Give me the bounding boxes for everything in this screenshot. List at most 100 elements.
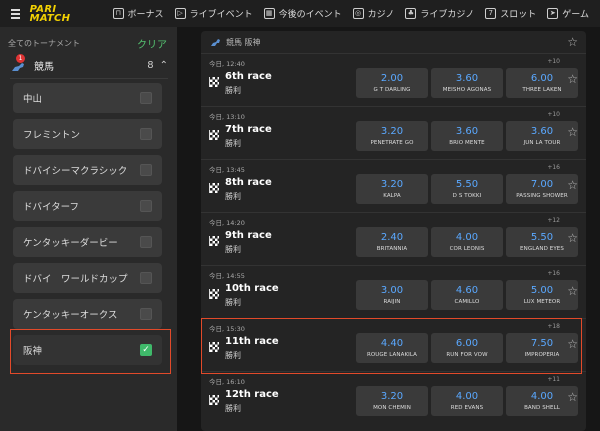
race-row: 今日, 14:55 +16 10th race 勝利 3.00 RAIJIN 4.60 CAM… (201, 265, 586, 317)
nav-item-label: スロット (500, 10, 537, 20)
track-checkbox[interactable] (140, 92, 152, 104)
horse-name: LUX METEOR (523, 299, 561, 305)
checkered-flag-icon (209, 77, 219, 87)
odds-button[interactable]: 2.00 G T DARLING (356, 68, 428, 98)
horse-name: RED EVANS (450, 405, 484, 411)
track-label: ドバイ ワールドカップ (23, 274, 128, 285)
race-time: 今日, 12:40 (209, 60, 245, 68)
horse-name: MEISHO AGONAS (442, 87, 492, 93)
more-markets-link[interactable]: +12 (547, 217, 560, 224)
odds-button[interactable]: 4.00 COR LEONIS (431, 227, 503, 257)
track-item[interactable]: ケンタッキーオークス (13, 299, 162, 329)
checkered-flag-icon (209, 289, 219, 299)
horse-name: THREE LAKEN (522, 87, 562, 93)
odds-value: 3.00 (380, 285, 404, 296)
logo[interactable]: PARI MATCH (29, 4, 83, 24)
highlight-frame-track (10, 329, 171, 374)
nav-item-5[interactable]: 7 スロット (485, 7, 536, 20)
checkered-flag-icon (209, 183, 219, 193)
horse-name: RAIJIN (383, 299, 401, 305)
odds-button[interactable]: 3.20 PENETRATE GO (356, 121, 428, 151)
nav-item-3[interactable]: ◎ カジノ (352, 7, 395, 20)
favorite-star-icon[interactable]: ☆ (567, 72, 578, 86)
sport-name: 競馬 (34, 62, 54, 73)
track-checkbox[interactable] (140, 128, 152, 140)
track-checkbox[interactable] (140, 164, 152, 176)
favorite-star-icon[interactable]: ☆ (567, 284, 578, 298)
horse-name: PENETRATE GO (370, 140, 414, 146)
live-casino-icon: ♣ (405, 8, 417, 19)
odds-button[interactable]: 3.20 KALPA (356, 174, 428, 204)
more-markets-link[interactable]: +11 (547, 376, 560, 383)
race-time: 今日, 13:45 (209, 166, 245, 174)
favorite-star-icon[interactable]: ☆ (567, 231, 578, 245)
odds-button[interactable]: 4.00 RED EVANS (431, 386, 503, 416)
track-checkbox[interactable] (140, 272, 152, 284)
horse-name: G T DARLING (373, 87, 411, 93)
market-label: 勝利 (225, 192, 241, 201)
nav-item-1[interactable]: ▷ ライブイベント (174, 7, 253, 20)
horse-racing-icon (211, 39, 220, 46)
nav-item-0[interactable]: ⊓ ボーナス (112, 7, 164, 20)
sidebar-title: 全てのトーナメント (8, 38, 80, 48)
more-markets-link[interactable]: +16 (547, 164, 560, 171)
casino-chip-icon: ◎ (352, 8, 364, 19)
track-item[interactable]: ドバイ ワールドカップ (13, 263, 162, 293)
odds-value: 3.20 (380, 391, 404, 402)
market-label: 勝利 (225, 404, 241, 413)
slot-icon: 7 (485, 8, 497, 19)
horse-name: KALPA (383, 193, 401, 199)
horse-racing-icon: 1 (10, 53, 28, 74)
favorite-star-icon[interactable]: ☆ (567, 178, 578, 192)
checkered-flag-icon (209, 130, 219, 140)
clear-button[interactable]: クリア (137, 36, 167, 51)
track-checkbox[interactable] (140, 308, 152, 320)
more-markets-link[interactable]: +10 (547, 58, 560, 65)
nav-item-label: カジノ (367, 10, 395, 20)
live-icon: ▷ (174, 8, 186, 19)
sport-row-horse-racing[interactable]: 1 競馬 8 ⌃ (10, 53, 168, 79)
race-name: 8th race (225, 177, 272, 188)
top-nav-bar: PARI MATCH ⊓ ボーナス ▷ ライブイベント ▦ 今後のイベント ◎ カジノ ♣ ライブ… (0, 0, 600, 27)
nav-item-label: ボーナス (127, 10, 164, 20)
odds-button[interactable]: 3.60 MEISHO AGONAS (431, 68, 503, 98)
favorite-star-icon[interactable]: ☆ (567, 390, 578, 404)
market-label: 勝利 (225, 86, 241, 95)
more-markets-link[interactable]: +16 (547, 270, 560, 277)
logo-line-2: MATCH (29, 12, 71, 24)
menu-icon[interactable] (11, 8, 20, 19)
odds-button[interactable]: 3.00 RAIJIN (356, 280, 428, 310)
odds-button[interactable]: 4.60 CAMILLO (431, 280, 503, 310)
track-item[interactable]: ドバイシーマクラシック (13, 155, 162, 185)
nav-item-6[interactable]: ➤ ゲーム (547, 7, 589, 20)
track-item[interactable]: ケンタッキーダービー (13, 227, 162, 257)
favorite-star-icon[interactable]: ☆ (567, 35, 578, 49)
sport-count: 8 (147, 60, 154, 71)
calendar-icon: ▦ (263, 8, 275, 19)
track-item[interactable]: ドバイターフ (13, 191, 162, 221)
market-label: 勝利 (225, 245, 241, 254)
nav-item-2[interactable]: ▦ 今後のイベント (263, 7, 342, 20)
odds-button[interactable]: 2.40 BRITANNIA (356, 227, 428, 257)
track-checkbox[interactable] (140, 200, 152, 212)
track-item[interactable]: フレミントン (13, 119, 162, 149)
odds-button[interactable]: 3.60 BRIO MENTE (431, 121, 503, 151)
track-checkbox[interactable] (140, 236, 152, 248)
favorite-star-icon[interactable]: ☆ (567, 125, 578, 139)
odds-value: 4.60 (455, 285, 479, 296)
track-label: ケンタッキーオークス (23, 310, 118, 321)
odds-button[interactable]: 3.20 MON CHEMIN (356, 386, 428, 416)
nav-item-4[interactable]: ♣ ライブカジノ (405, 7, 474, 20)
race-name: 7th race (225, 124, 272, 135)
panel-title: 競馬 阪神 (226, 37, 261, 47)
nav-menu: ⊓ ボーナス ▷ ライブイベント ▦ 今後のイベント ◎ カジノ ♣ ライブカジノ 7 スロット ➤ ゲー… (112, 7, 600, 20)
odds-value: 4.00 (455, 391, 479, 402)
race-row: 今日, 13:45 +16 8th race 勝利 3.20 KALPA 5.50 D S T… (201, 159, 586, 211)
odds-button[interactable]: 5.50 D S TOKKI (431, 174, 503, 204)
nav-item-label: ゲーム (562, 10, 589, 20)
track-item[interactable]: 中山 (13, 83, 162, 113)
chevron-up-icon[interactable]: ⌃ (160, 60, 168, 71)
horse-name: PASSING SHOWER (516, 193, 568, 199)
more-markets-link[interactable]: +10 (547, 111, 560, 118)
horse-name: BRITANNIA (376, 246, 408, 252)
